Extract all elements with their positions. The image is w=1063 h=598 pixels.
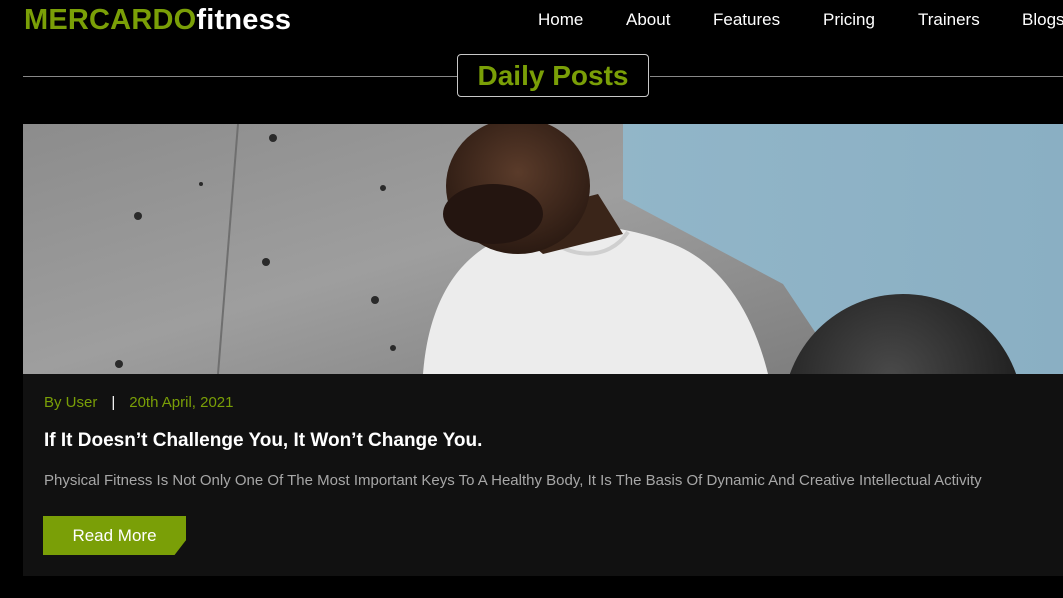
post-title[interactable]: If It Doesn’t Challenge You, It Won’t Ch… xyxy=(44,430,482,452)
nav-features[interactable]: Features xyxy=(713,10,780,30)
blog-post-card: By User | 20th April, 2021 If It Doesn’t C… xyxy=(23,124,1063,576)
nav-home[interactable]: Home xyxy=(538,10,583,30)
post-author[interactable]: By User xyxy=(44,394,97,411)
logo-suffix: fitness xyxy=(196,4,292,36)
post-excerpt: Physical Fitness Is Not Only One Of The … xyxy=(44,472,982,489)
post-image[interactable] xyxy=(23,124,1063,374)
title-divider-right xyxy=(650,76,1063,77)
site-logo[interactable]: MERCARDOfitness xyxy=(24,4,291,37)
post-meta: By User | 20th April, 2021 xyxy=(44,394,234,411)
nav-about[interactable]: About xyxy=(626,10,670,30)
read-more-button[interactable]: Read More xyxy=(43,516,186,555)
post-image-illustration xyxy=(23,124,1063,374)
post-date: 20th April, 2021 xyxy=(129,394,234,411)
nav-blogs[interactable]: Blogs xyxy=(1022,10,1063,30)
meta-separator: | xyxy=(111,394,116,411)
logo-brand: MERCARDO xyxy=(24,4,197,36)
title-divider-left xyxy=(23,76,458,77)
nav-pricing[interactable]: Pricing xyxy=(823,10,875,30)
main-nav: Home About Features Pricing Trainers Blo… xyxy=(538,10,1063,34)
nav-trainers[interactable]: Trainers xyxy=(918,10,980,30)
section-title: Daily Posts xyxy=(457,54,649,97)
